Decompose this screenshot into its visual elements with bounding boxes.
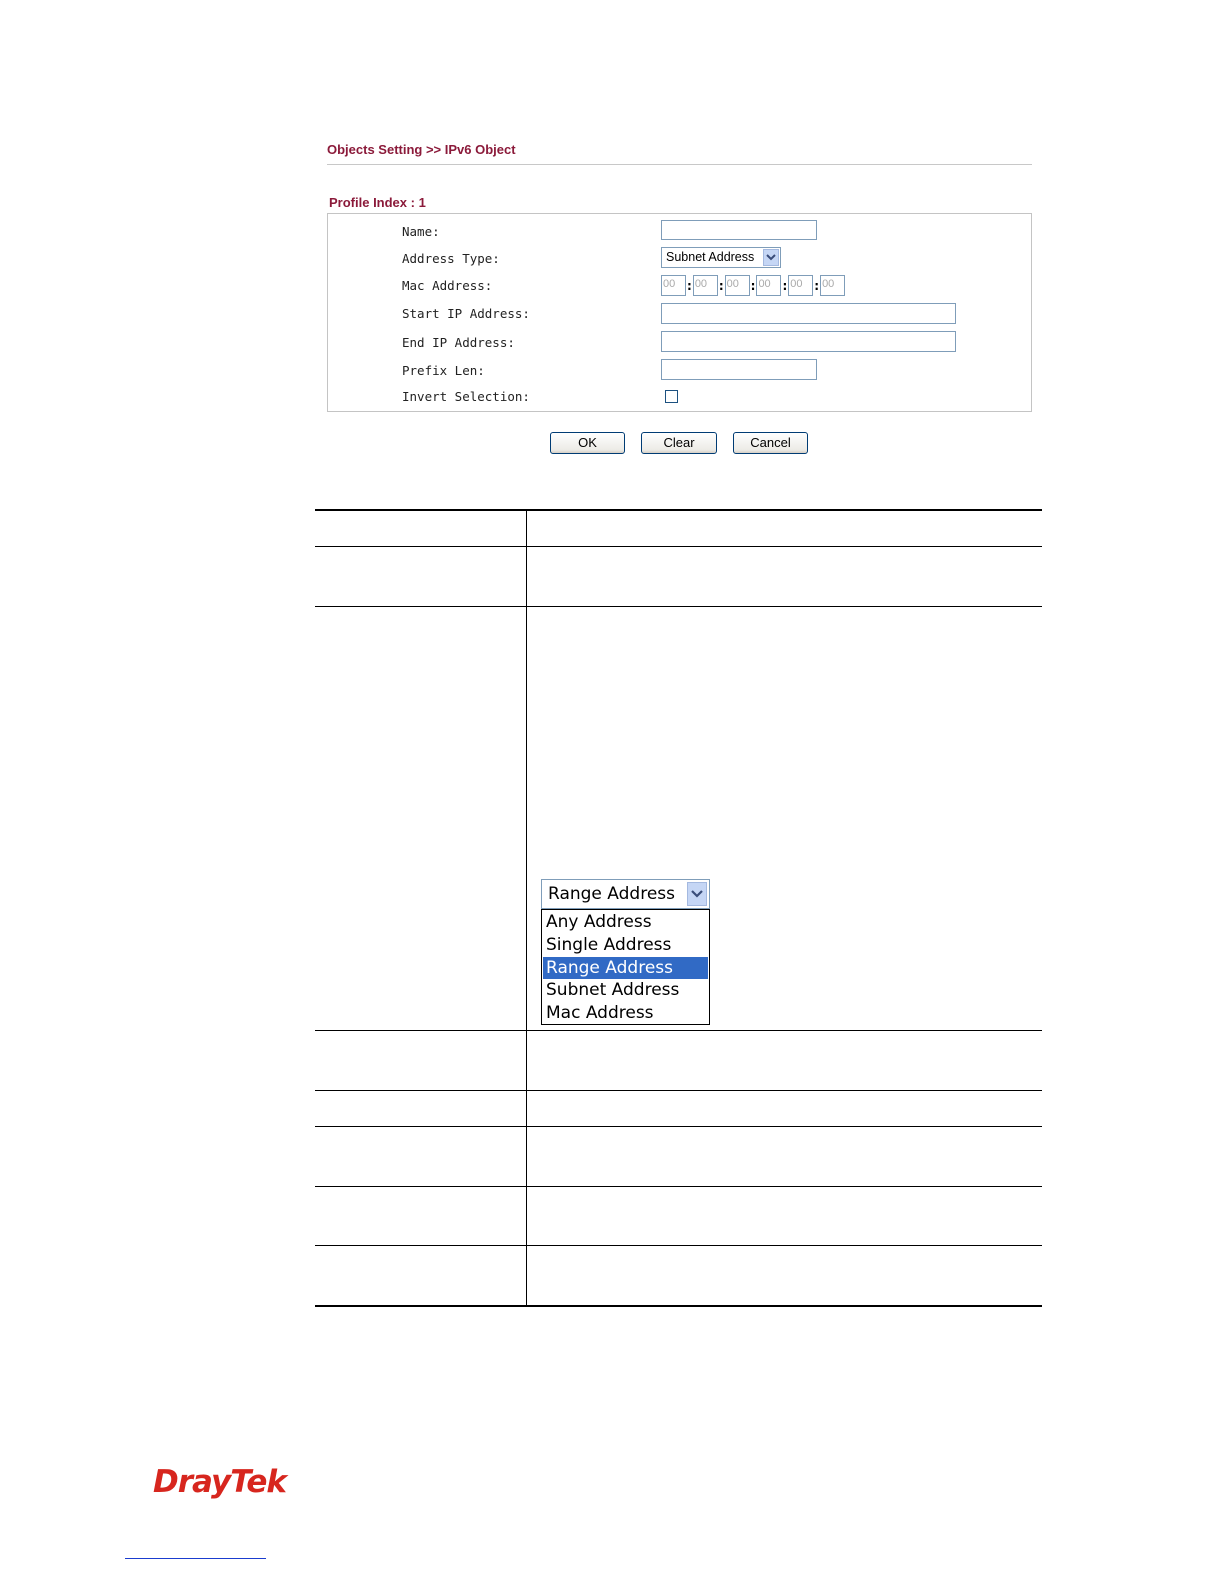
table-row-divider [315,1245,1042,1246]
name-input[interactable] [661,220,817,240]
dropdown-selected-value: Range Address [548,884,675,904]
mac-octet-5[interactable]: 00 [788,275,814,296]
profile-index-title: Profile Index : 1 [329,195,426,210]
table-column-divider [526,510,527,1307]
start-ip-label: Start IP Address: [402,306,530,321]
table-bottom-rule [315,1305,1042,1307]
chevron-down-icon [687,882,707,906]
mac-separator: : [687,278,692,293]
mac-octet-3[interactable]: 00 [724,275,750,296]
cancel-button[interactable]: Cancel [733,432,808,454]
invert-selection-checkbox[interactable] [665,390,678,403]
mac-octet-6[interactable]: 00 [820,275,846,296]
mac-separator: : [750,278,756,293]
table-row-divider [315,1186,1042,1187]
footer-divider [125,1558,266,1559]
dropdown-option-any-address[interactable]: Any Address [543,911,708,933]
mac-separator: : [718,278,724,293]
dropdown-option-range-address[interactable]: Range Address [543,957,708,979]
table-row-divider [315,1126,1042,1127]
mac-octet-4[interactable]: 00 [756,275,782,296]
prefix-len-input[interactable] [661,359,817,380]
table-row-divider [315,546,1042,547]
mac-separator: : [814,278,820,293]
prefix-len-label: Prefix Len: [402,363,485,378]
end-ip-label: End IP Address: [402,335,515,350]
address-type-select[interactable]: Subnet Address [661,247,781,268]
address-type-label: Address Type: [402,251,500,266]
name-label: Name: [402,224,440,239]
address-type-options-list: Any Address Single Address Range Address… [541,909,710,1025]
breadcrumb-divider [327,164,1032,165]
table-row-divider [315,1090,1042,1091]
address-type-value: Subnet Address [666,250,755,264]
mac-octet-2[interactable]: 00 [692,275,718,296]
draytek-logo: DrayTek [153,1464,287,1500]
mac-separator: : [782,278,788,293]
start-ip-input[interactable] [661,303,956,324]
dropdown-option-subnet-address[interactable]: Subnet Address [543,979,708,1001]
table-row-divider [315,606,1042,607]
range-address-select[interactable]: Range Address [541,879,710,909]
dropdown-option-mac-address[interactable]: Mac Address [543,1002,708,1024]
ok-button[interactable]: OK [550,432,625,454]
table-top-rule [315,509,1042,511]
clear-button[interactable]: Clear [641,432,717,454]
end-ip-input[interactable] [661,331,956,352]
chevron-down-icon [763,249,779,266]
invert-selection-label: Invert Selection: [402,389,530,404]
mac-address-fields: 00 : 00 : 00 : 00 : 00 : 00 [661,275,846,296]
table-row-divider [315,1030,1042,1031]
dropdown-option-single-address[interactable]: Single Address [543,934,708,956]
mac-address-label: Mac Address: [402,278,493,293]
mac-octet-1[interactable]: 00 [661,275,686,296]
breadcrumb: Objects Setting >> IPv6 Object [327,142,516,157]
